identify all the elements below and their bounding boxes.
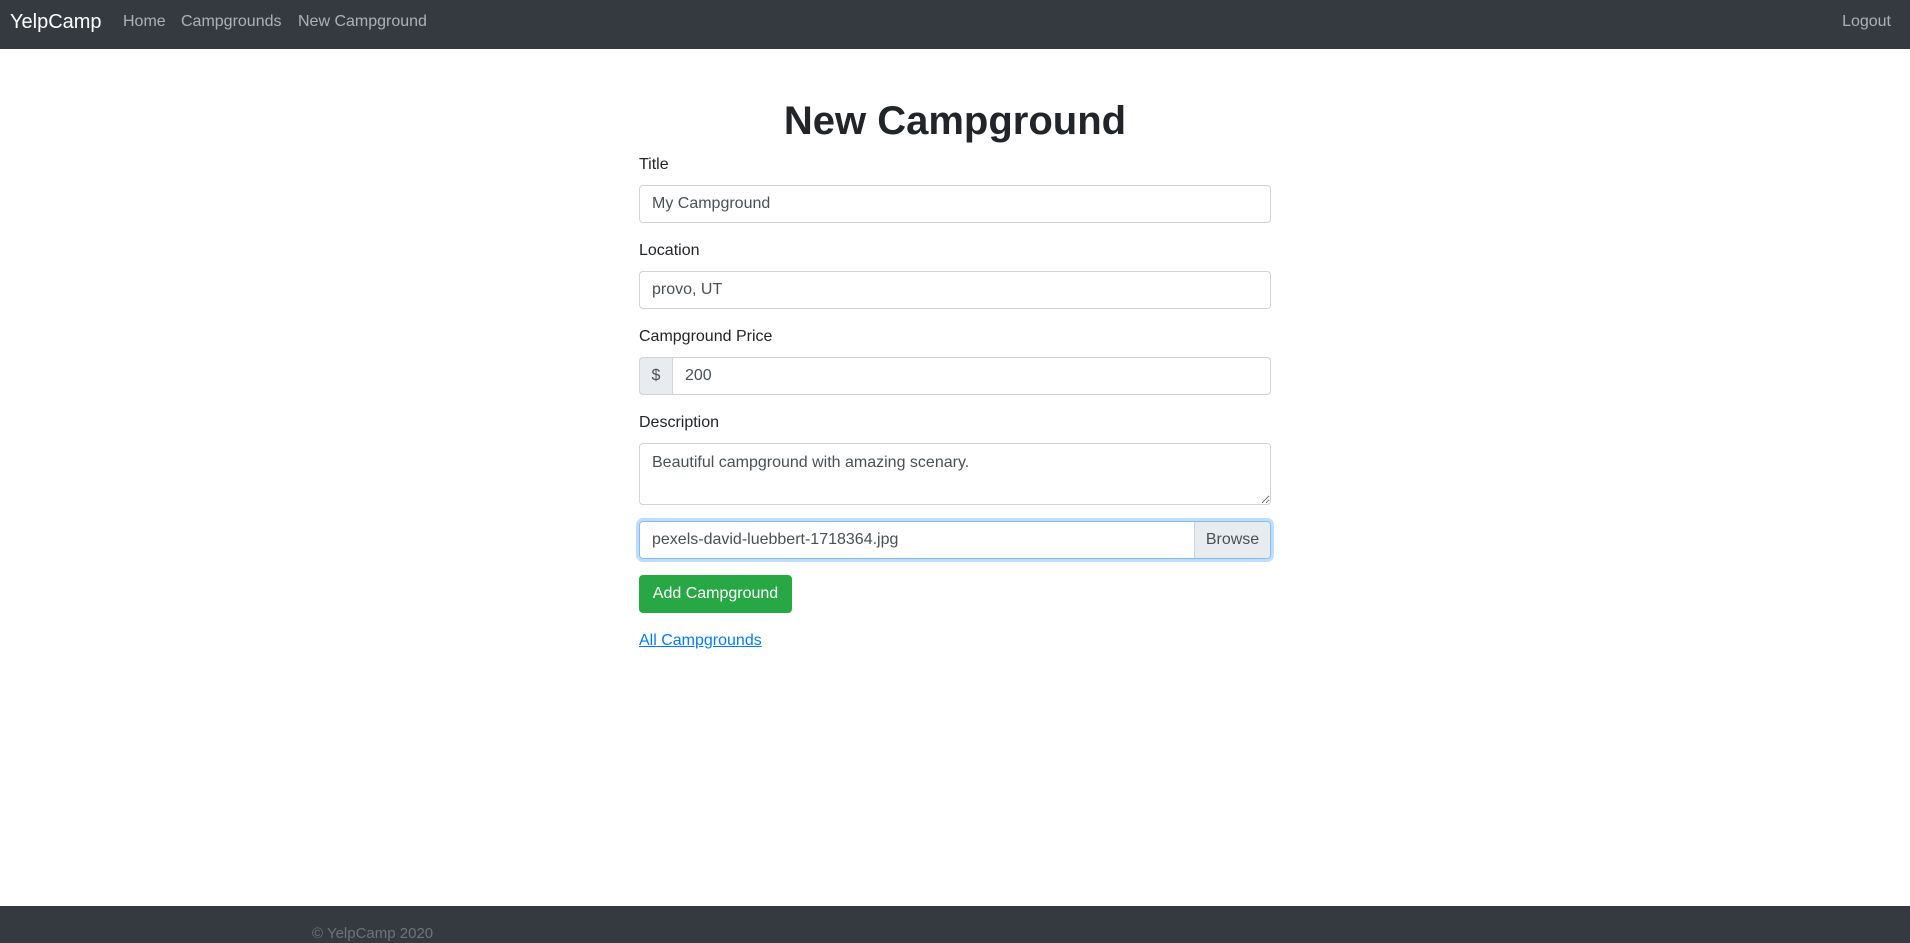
dollar-sign-prefix: $ [639,357,673,395]
add-campground-button[interactable]: Add Campground [639,575,792,613]
price-input-group: $ [639,357,1271,395]
nav-link-home[interactable]: Home [123,12,166,32]
selected-file-name: pexels-david-luebbert-1718364.jpg [652,531,899,548]
location-input[interactable] [639,271,1271,309]
title-input[interactable] [639,185,1271,223]
navbar: YelpCamp Home Campgrounds New Campground… [0,0,1910,49]
description-label: Description [639,414,720,431]
description-textarea[interactable]: Beautiful campground with amazing scenar… [639,443,1271,505]
brand-logo[interactable]: YelpCamp [10,10,102,34]
page-title: New Campground [783,99,1127,143]
footer-copyright: © YelpCamp 2020 [312,925,434,942]
nav-link-campgrounds[interactable]: Campgrounds [181,12,282,32]
image-file-input[interactable]: pexels-david-luebbert-1718364.jpg Browse [639,521,1271,559]
title-label: Title [639,156,669,173]
all-campgrounds-link[interactable]: All Campgrounds [639,631,762,651]
logout-link[interactable]: Logout [1842,12,1891,32]
nav-link-new-campground[interactable]: New Campground [298,12,427,32]
price-label: Campground Price [639,328,773,345]
browse-button[interactable]: Browse [1194,522,1270,558]
footer: © YelpCamp 2020 [0,906,1910,943]
location-label: Location [639,242,700,259]
price-input[interactable] [673,357,1271,395]
